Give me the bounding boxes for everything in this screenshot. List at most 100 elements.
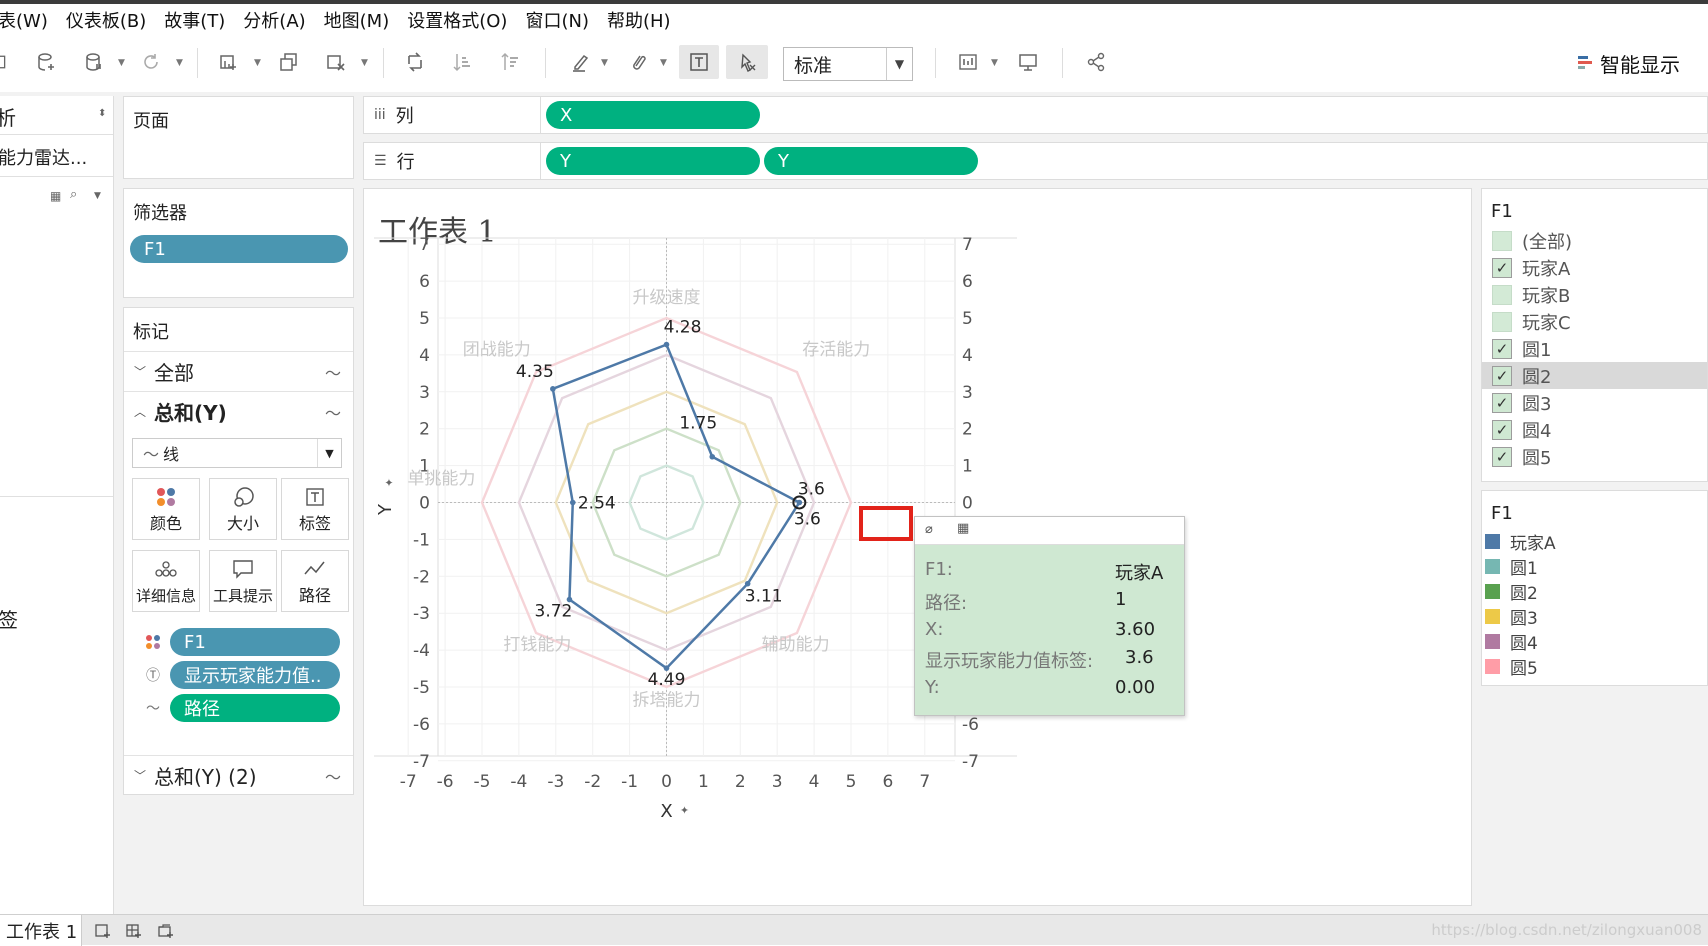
legend-item[interactable]: 圆4 [1482, 629, 1707, 654]
swap-axes-icon[interactable] [402, 45, 428, 79]
filter-item[interactable]: ✓ 玩家A [1482, 254, 1707, 281]
paperclip-icon[interactable]: ⌀ [925, 522, 933, 537]
filter-item[interactable]: ✓ 圆3 [1482, 389, 1707, 416]
new-dashboard-icon[interactable] [125, 922, 143, 940]
data-point[interactable] [550, 386, 556, 392]
checkbox-icon[interactable] [1492, 230, 1512, 251]
new-datasource-icon[interactable] [34, 45, 60, 79]
sort-icon[interactable]: ⬍ [98, 108, 106, 119]
checkbox-icon[interactable] [1492, 284, 1512, 305]
chevron-down-icon[interactable]: ▼ [94, 191, 101, 201]
legend-item[interactable]: 圆3 [1482, 604, 1707, 629]
tooltip-button-label: 工具提示 [212, 587, 273, 605]
checkbox-checked-icon[interactable]: ✓ [1492, 257, 1512, 278]
filter-item[interactable]: ✓ 圆1 [1482, 335, 1707, 362]
size-button[interactable]: 大小 [209, 478, 277, 540]
share-icon[interactable] [1083, 45, 1109, 79]
rows-shelf[interactable]: ☰ 行 Y Y [363, 142, 1708, 180]
rows-pill-y2[interactable]: Y [764, 147, 978, 175]
clear-sheet-icon[interactable] [323, 45, 349, 79]
highlight-pen-icon[interactable] [567, 45, 593, 79]
detail-button[interactable]: 详细信息 [132, 550, 200, 612]
fix-axes-icon[interactable] [726, 45, 768, 79]
chevron-down-icon[interactable]: ▼ [660, 58, 667, 68]
tab-worksheet-1[interactable]: 工作表 1 [0, 915, 82, 946]
legend-item[interactable]: 圆2 [1482, 579, 1707, 604]
data-point[interactable] [663, 341, 670, 348]
checkbox-checked-icon[interactable]: ✓ [1492, 392, 1512, 413]
data-point[interactable] [744, 580, 751, 587]
view-list-icon[interactable]: ▦ [50, 189, 61, 203]
sort-descending-icon[interactable] [498, 45, 524, 79]
color-button[interactable]: 颜色 [132, 478, 200, 540]
filter-item[interactable]: 玩家C [1482, 308, 1707, 335]
menu-map[interactable]: 地图(M) [315, 7, 399, 33]
checkbox-checked-icon[interactable]: ✓ [1492, 419, 1512, 440]
data-point[interactable] [569, 499, 576, 506]
chevron-down-icon[interactable]: ▼ [601, 58, 608, 68]
data-point[interactable] [709, 453, 716, 460]
duplicate-sheet-icon[interactable] [276, 45, 302, 79]
legend-swatch [1485, 634, 1500, 649]
filter-item[interactable]: (全部) [1482, 227, 1707, 254]
group-members-icon[interactable] [624, 45, 650, 79]
label-button[interactable]: 标签 [281, 478, 349, 540]
search-icon[interactable]: ⌕ [70, 187, 77, 202]
refresh-icon[interactable] [138, 45, 164, 79]
marks-pill-f1[interactable]: F1 [170, 628, 340, 656]
path-button[interactable]: 路径 [281, 550, 349, 612]
marks-sum-y2-row[interactable]: ﹀ 总和(Y) (2) 〜 [124, 755, 353, 795]
new-worksheet-icon[interactable] [94, 922, 112, 940]
columns-pill-x[interactable]: X [546, 101, 760, 129]
filter-item[interactable]: 玩家B [1482, 281, 1707, 308]
pages-shelf[interactable]: 页面 [123, 96, 354, 179]
filter-item[interactable]: ✓ 圆2 [1482, 362, 1707, 389]
sort-ascending-icon[interactable] [450, 45, 476, 79]
menu-window[interactable]: 窗口(N) [516, 7, 598, 33]
show-cards-icon[interactable] [955, 45, 981, 79]
chevron-down-icon[interactable]: ▼ [118, 58, 125, 68]
checkbox-checked-icon[interactable]: ✓ [1492, 338, 1512, 359]
legend-item[interactable]: 圆1 [1482, 554, 1707, 579]
datasource-pause-icon[interactable] [82, 45, 108, 79]
show-me-button[interactable]: 智能显示 [1578, 46, 1680, 80]
menu-analysis[interactable]: 分析(A) [234, 7, 314, 33]
chevron-down-icon[interactable]: ▼ [176, 58, 183, 68]
mark-type-select[interactable]: 〜 线 ▼ [132, 438, 342, 468]
filter-item[interactable]: ✓ 圆4 [1482, 416, 1707, 443]
legend-item[interactable]: 圆5 [1482, 654, 1707, 679]
tooltip-button[interactable]: 工具提示 [209, 550, 277, 612]
marks-all-row[interactable]: ﹀ 全部 〜 [124, 351, 353, 391]
menu-worksheet[interactable]: 表(W) [0, 7, 57, 33]
fit-select[interactable]: 标准 ▼ [783, 47, 913, 81]
checkbox-checked-icon[interactable]: ✓ [1492, 365, 1512, 386]
filter-item[interactable]: ✓ 圆5 [1482, 443, 1707, 470]
columns-shelf[interactable]: iii 列 X [363, 96, 1708, 134]
view-data-icon[interactable]: ▦ [957, 521, 969, 536]
new-story-icon[interactable] [157, 922, 175, 940]
y2-tick-label: 1 [962, 457, 973, 477]
menu-help[interactable]: 帮助(H) [598, 7, 680, 33]
checkbox-icon[interactable] [1492, 311, 1512, 332]
chevron-down-icon[interactable]: ▼ [254, 58, 261, 68]
menu-story[interactable]: 故事(T) [155, 7, 234, 33]
menu-format[interactable]: 设置格式(O) [398, 7, 516, 33]
filters-shelf[interactable]: 筛选器 F1 [123, 188, 354, 298]
new-worksheet-icon[interactable] [216, 45, 242, 79]
marks-sum-y-row[interactable]: ︿ 总和(Y) 〜 [124, 391, 353, 431]
chevron-down-icon[interactable]: ▼ [361, 58, 368, 68]
save-icon[interactable] [0, 45, 12, 79]
checkbox-checked-icon[interactable]: ✓ [1492, 446, 1512, 467]
y-tick-label: 7 [419, 235, 430, 255]
chevron-down-icon[interactable]: ▼ [991, 58, 998, 68]
rows-pill-y[interactable]: Y [546, 147, 760, 175]
legend-item[interactable]: 玩家A [1482, 529, 1707, 554]
menu-dashboard[interactable]: 仪表板(B) [57, 7, 155, 33]
presentation-mode-icon[interactable] [1015, 45, 1041, 79]
filter-pill-f1[interactable]: F1 [130, 235, 348, 263]
data-point[interactable] [796, 499, 803, 506]
show-mark-labels-icon[interactable] [679, 45, 719, 79]
marks-pill-path[interactable]: 路径 [170, 694, 340, 722]
marks-pill-label-value[interactable]: 显示玩家能力值.. [170, 661, 340, 689]
datasource-item[interactable]: 能力雷达... [0, 144, 87, 170]
